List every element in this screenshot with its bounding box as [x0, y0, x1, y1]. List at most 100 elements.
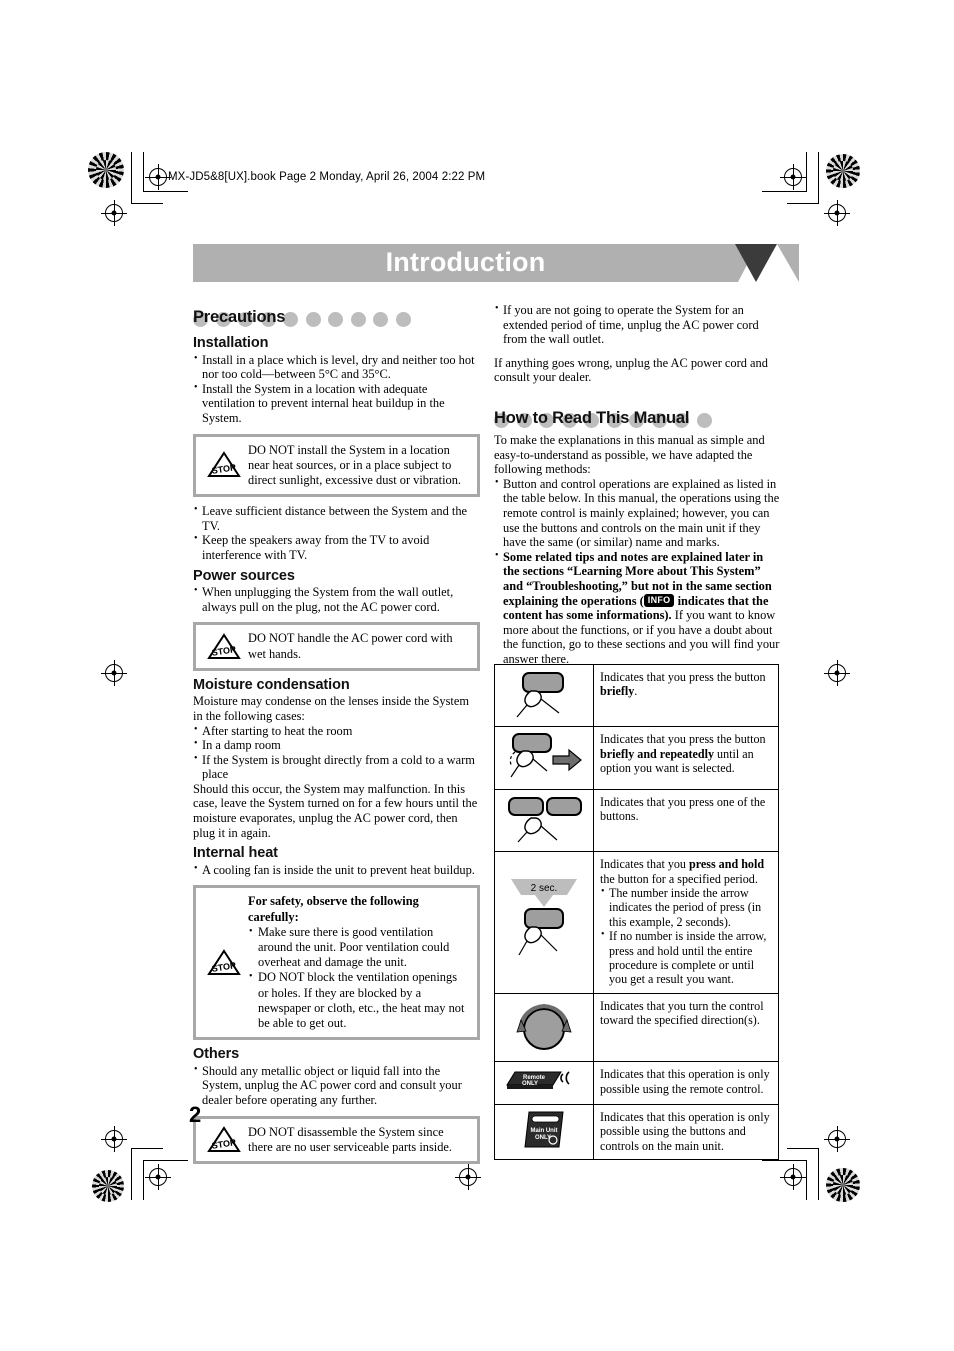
svg-text:STOP: STOP: [211, 960, 237, 974]
list-item: Should any metallic object or liquid fal…: [193, 1063, 480, 1108]
badge-line-1: Main Unit: [531, 1128, 558, 1134]
moisture-intro: Moisture may condense on the lenses insi…: [193, 694, 469, 723]
moisture-heading: Moisture condensation: [193, 676, 350, 693]
caution-box-power: STOP DO NOT handle the AC power cord wit…: [193, 622, 480, 671]
svg-text:STOP: STOP: [211, 1137, 237, 1151]
internal-heat-heading: Internal heat: [193, 845, 278, 862]
list-item: When unplugging the System from the wall…: [193, 584, 480, 614]
installation-bullets: Install in a place which is level, dry a…: [193, 352, 480, 426]
how-to-read-section-heading: How to Read This Manual: [494, 407, 781, 431]
cell-text-pre: Indicates that you press one of the butt…: [600, 794, 766, 824]
cell-bullets: The number inside the arrow indicates th…: [600, 885, 772, 987]
caution-bullets: Make sure there is good ventilation arou…: [248, 924, 469, 1031]
table-row: Main Unit ONLY Indicates that this opera…: [494, 1103, 779, 1160]
registration-blob-bottom-right: [826, 1168, 860, 1202]
table-cell-text: Indicates that this operation is only po…: [593, 1103, 779, 1160]
installation-heading: Installation: [193, 335, 269, 351]
table-row: Indicates that you press the button brie…: [494, 726, 779, 790]
moisture-outro: Should this occur, the System may malfun…: [193, 781, 478, 840]
caution-text: DO NOT handle the AC power cord with wet…: [248, 631, 453, 661]
how-to-read-intro: To make the explanations in this manual …: [494, 432, 765, 477]
internal-heat-bullets: A cooling fan is inside the unit to prev…: [193, 862, 480, 878]
book-file-header: MX-JD5&8[UX].book Page 2 Monday, April 2…: [168, 171, 486, 183]
turn-control-knob-figure: [494, 992, 594, 1063]
info-badge-icon: INFO: [643, 593, 675, 607]
registration-target: [101, 1126, 127, 1152]
precautions-title: Precautions: [193, 308, 286, 326]
page-title: Introduction: [385, 247, 546, 277]
remote-only-badge: Remote ONLY: [494, 1061, 594, 1105]
press-and-hold-figure: 2 sec.: [494, 851, 594, 994]
list-item: If you are not going to operate the Syst…: [494, 302, 781, 347]
cell-text-pre: Indicates that this operation is only po…: [600, 1067, 770, 1096]
crop-mark-line: [143, 1160, 188, 1161]
manual-symbols-table: Indicates that you press the button brie…: [494, 663, 779, 1160]
table-cell-text: Indicates that you press and hold the bu…: [593, 851, 779, 994]
power-sources-heading: Power sources: [193, 567, 295, 584]
crop-mark-line: [787, 203, 819, 204]
installation-bullets-after: Leave sufficient distance between the Sy…: [193, 503, 480, 562]
registration-target: [145, 1164, 171, 1190]
cell-text-post: the button for a specified period.: [600, 871, 758, 886]
svg-text:STOP: STOP: [211, 644, 237, 658]
crop-mark-line: [143, 191, 188, 192]
crop-mark-line: [131, 1148, 163, 1149]
precautions-section-heading: Precautions: [193, 306, 480, 330]
list-item: In a damp room: [193, 737, 480, 753]
how-to-read-bullets: Button and control operations are explai…: [494, 476, 781, 667]
cell-text-pre: Indicates that you turn the control towa…: [600, 998, 764, 1028]
crop-mark-line: [762, 1160, 807, 1161]
list-item-with-badge: Some related tips and notes are explaine…: [494, 549, 781, 667]
others-heading: Others: [193, 1046, 240, 1063]
registration-blob-bottom-left: [92, 1170, 124, 1202]
registration-target: [824, 660, 850, 686]
list-item: Leave sufficient distance between the Sy…: [193, 503, 480, 533]
crop-mark-line: [143, 152, 144, 192]
list-item: A cooling fan is inside the unit to prev…: [193, 862, 480, 878]
cell-text-pre: Indicates that you: [600, 857, 689, 872]
badge-line-2: ONLY: [522, 1081, 538, 1087]
others-bullets: Should any metallic object or liquid fal…: [193, 1063, 480, 1108]
crop-mark-line: [818, 1148, 819, 1200]
crop-mark-line: [787, 1148, 819, 1149]
moisture-bullets: After starting to heat the room In a dam…: [193, 723, 480, 782]
cell-text-pre: Indicates that this operation is only po…: [600, 1109, 770, 1153]
banner-arrow-icon: [735, 244, 777, 282]
table-row: Indicates that you press one of the butt…: [494, 788, 779, 853]
list-item: Install in a place which is level, dry a…: [193, 352, 480, 382]
how-to-read-title: How to Read This Manual: [494, 408, 690, 427]
list-item: Keep the speakers away from the TV to av…: [193, 532, 480, 562]
caution-box-others: STOP DO NOT disassemble the System since…: [193, 1115, 480, 1165]
registration-target: [780, 164, 806, 190]
power-sources-bullets: When unplugging the System from the wall…: [193, 584, 480, 614]
right-top-bullets: If you are not going to operate the Syst…: [494, 302, 781, 347]
crop-mark-line: [143, 1160, 144, 1200]
crop-mark-line: [131, 152, 132, 204]
cell-text-pre: Indicates that you press the button: [600, 732, 766, 747]
list-item: If no number is inside the arrow, press …: [600, 928, 772, 987]
stop-icon: STOP: [200, 632, 248, 662]
cell-text-post: .: [634, 684, 638, 699]
banner-wedge: [777, 244, 799, 282]
table-cell-text: Indicates that this operation is only po…: [593, 1061, 779, 1105]
cell-text-bold: briefly and repeatedly: [600, 746, 714, 761]
crop-mark-line: [131, 1148, 132, 1200]
stop-icon: STOP: [200, 1125, 248, 1155]
table-row: Indicates that you press the button brie…: [494, 663, 779, 728]
page-number: 2: [189, 1102, 202, 1127]
list-item: DO NOT block the ventilation openings or…: [248, 969, 469, 1031]
press-button-briefly-figure: [494, 663, 594, 728]
caution-box-installation: STOP DO NOT install the System in a loca…: [193, 433, 480, 498]
figure-duration-label: 2 sec.: [531, 883, 558, 894]
registration-target: [145, 164, 171, 190]
list-item: Make sure there is good ventilation arou…: [248, 924, 469, 971]
svg-text:STOP: STOP: [211, 463, 237, 477]
registration-target: [824, 200, 850, 226]
main-unit-only-badge: Main Unit ONLY: [494, 1103, 594, 1160]
list-item: Button and control operations are explai…: [494, 476, 781, 550]
caution-box-internal-heat: STOP For safety, observe the following c…: [193, 885, 480, 1041]
table-row: 2 sec. Indicates that you press and hold…: [494, 851, 779, 994]
stop-icon: STOP: [200, 450, 248, 480]
registration-target: [101, 660, 127, 686]
crop-mark-line: [818, 152, 819, 204]
